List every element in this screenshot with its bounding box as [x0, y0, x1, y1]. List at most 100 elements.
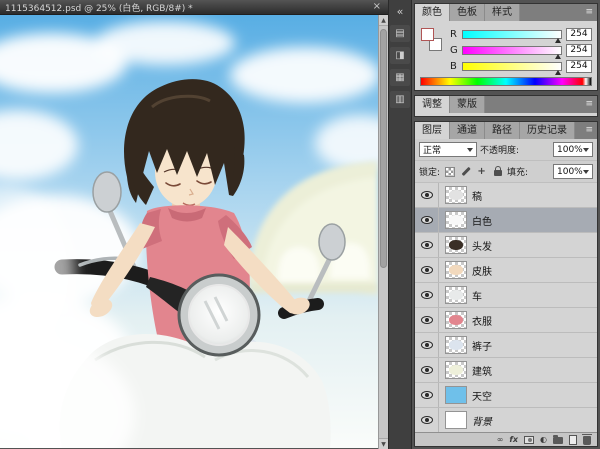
canvas-area: ▲ ▼ [0, 15, 388, 449]
expand-dock-icon[interactable]: « [390, 3, 410, 20]
layer-visibility-toggle[interactable] [415, 233, 439, 257]
dock-panel-icon[interactable]: ▤ [390, 25, 410, 42]
vertical-scrollbar[interactable]: ▲ ▼ [378, 15, 388, 449]
layer-row[interactable]: 白色 [415, 208, 597, 233]
green-value-input[interactable]: 254 [566, 44, 592, 57]
new-layer-icon[interactable] [569, 434, 577, 445]
blend-mode-value: 正常 [423, 143, 441, 156]
layer-row[interactable]: 背景 [415, 408, 597, 432]
scrollbar-track[interactable] [379, 26, 388, 438]
layer-row[interactable]: 建筑 [415, 358, 597, 383]
green-slider[interactable] [462, 46, 562, 55]
foreground-color-swatch[interactable] [421, 28, 434, 41]
scrollbar-thumb[interactable] [380, 29, 387, 268]
layer-thumbnail[interactable] [445, 411, 467, 429]
layer-thumbnail[interactable] [445, 311, 467, 329]
photoshop-window: 1115364512.psd @ 25% (白色, RGB/8#) * × [0, 0, 600, 449]
close-icon[interactable]: × [371, 2, 383, 12]
layer-row[interactable]: 衣服 [415, 308, 597, 333]
blend-mode-select[interactable]: 正常 [419, 142, 477, 157]
tab-swatches[interactable]: 色板 [450, 4, 485, 21]
tab-styles[interactable]: 样式 [485, 4, 520, 21]
layer-name: 背景 [472, 413, 492, 428]
layer-visibility-toggle[interactable] [415, 408, 439, 432]
adjustments-panel-tabs: 调整 蒙版 ≡ [415, 96, 597, 113]
color-panel-body: R 254 G 254 B 254 [415, 21, 597, 90]
tab-color[interactable]: 颜色 [415, 4, 450, 21]
document-titlebar[interactable]: 1115364512.psd @ 25% (白色, RGB/8#) * × [0, 0, 388, 15]
fill-input[interactable]: 100% [553, 164, 593, 179]
layer-visibility-toggle[interactable] [415, 383, 439, 407]
opacity-value: 100% [557, 145, 583, 155]
tab-masks[interactable]: 蒙版 [450, 96, 485, 113]
dock-panel-icon[interactable]: ▥ [390, 91, 410, 108]
layer-thumbnail[interactable] [445, 361, 467, 379]
lock-position-icon[interactable]: + [475, 165, 488, 178]
layer-name: 白色 [472, 213, 492, 228]
layer-row[interactable]: 车 [415, 283, 597, 308]
layer-row[interactable]: 头发 [415, 233, 597, 258]
color-panel: 颜色 色板 样式 ≡ R 254 [414, 3, 598, 91]
layer-row[interactable]: 天空 [415, 383, 597, 408]
adjustment-layer-icon[interactable]: ◐ [540, 434, 547, 445]
blue-slider[interactable] [462, 62, 562, 71]
tab-history[interactable]: 历史记录 [520, 122, 575, 139]
slider-handle-icon[interactable] [555, 70, 561, 75]
red-slider[interactable] [462, 30, 562, 39]
delete-layer-icon[interactable] [583, 434, 591, 445]
layer-mask-icon[interactable] [524, 434, 534, 445]
panel-menu-icon[interactable]: ≡ [581, 96, 597, 113]
layer-visibility-toggle[interactable] [415, 258, 439, 282]
layer-visibility-toggle[interactable] [415, 308, 439, 332]
canvas[interactable] [0, 15, 378, 448]
layer-thumbnail[interactable] [445, 261, 467, 279]
color-swatches [420, 26, 444, 58]
fill-label: 填充: [507, 165, 528, 178]
layer-row[interactable]: 裤子 [415, 333, 597, 358]
new-group-icon[interactable] [553, 434, 563, 445]
blue-value-input[interactable]: 254 [566, 60, 592, 73]
lock-all-icon[interactable] [491, 165, 504, 178]
slider-handle-icon[interactable] [555, 54, 561, 59]
lock-transparency-icon[interactable] [443, 165, 456, 178]
eye-icon [421, 416, 433, 424]
layer-row[interactable]: 稿 [415, 183, 597, 208]
layer-visibility-toggle[interactable] [415, 208, 439, 232]
layer-name: 车 [472, 288, 482, 303]
panel-menu-icon[interactable]: ≡ [581, 122, 597, 139]
green-channel-label: G [450, 45, 458, 56]
eye-icon [421, 366, 433, 374]
layers-panel-tabs: 图层 通道 路径 历史记录 ≡ [415, 122, 597, 139]
tab-channels[interactable]: 通道 [450, 122, 485, 139]
tab-paths[interactable]: 路径 [485, 122, 520, 139]
layer-visibility-toggle[interactable] [415, 283, 439, 307]
opacity-input[interactable]: 100% [553, 142, 593, 157]
tab-adjustments[interactable]: 调整 [415, 96, 450, 113]
layer-row[interactable]: 皮肤 [415, 258, 597, 283]
layer-thumbnail[interactable] [445, 386, 467, 404]
layer-thumbnail[interactable] [445, 186, 467, 204]
layer-visibility-toggle[interactable] [415, 333, 439, 357]
lock-pixels-icon[interactable] [459, 165, 472, 178]
color-spectrum-ramp[interactable] [420, 77, 592, 86]
lock-label: 锁定: [419, 165, 440, 178]
scroll-down-icon[interactable]: ▼ [379, 438, 388, 449]
layer-thumbnail[interactable] [445, 336, 467, 354]
dock-panel-icon[interactable]: ◨ [390, 47, 410, 64]
rgb-sliders: R 254 G 254 B 254 [450, 26, 592, 72]
layer-visibility-toggle[interactable] [415, 358, 439, 382]
layer-thumbnail[interactable] [445, 236, 467, 254]
panel-menu-icon[interactable]: ≡ [581, 4, 597, 21]
dock-panel-icon[interactable]: ▦ [390, 69, 410, 86]
blue-slider-row: B 254 [450, 60, 592, 72]
layer-thumbnail[interactable] [445, 286, 467, 304]
tab-layers[interactable]: 图层 [415, 122, 450, 139]
slider-handle-icon[interactable] [555, 38, 561, 43]
red-value-input[interactable]: 254 [566, 28, 592, 41]
scroll-up-icon[interactable]: ▲ [379, 15, 388, 26]
layer-name: 天空 [472, 388, 492, 403]
link-layers-icon[interactable]: ∞ [497, 434, 504, 445]
layer-style-icon[interactable]: fx [509, 434, 518, 445]
layer-visibility-toggle[interactable] [415, 183, 439, 207]
layer-thumbnail[interactable] [445, 211, 467, 229]
